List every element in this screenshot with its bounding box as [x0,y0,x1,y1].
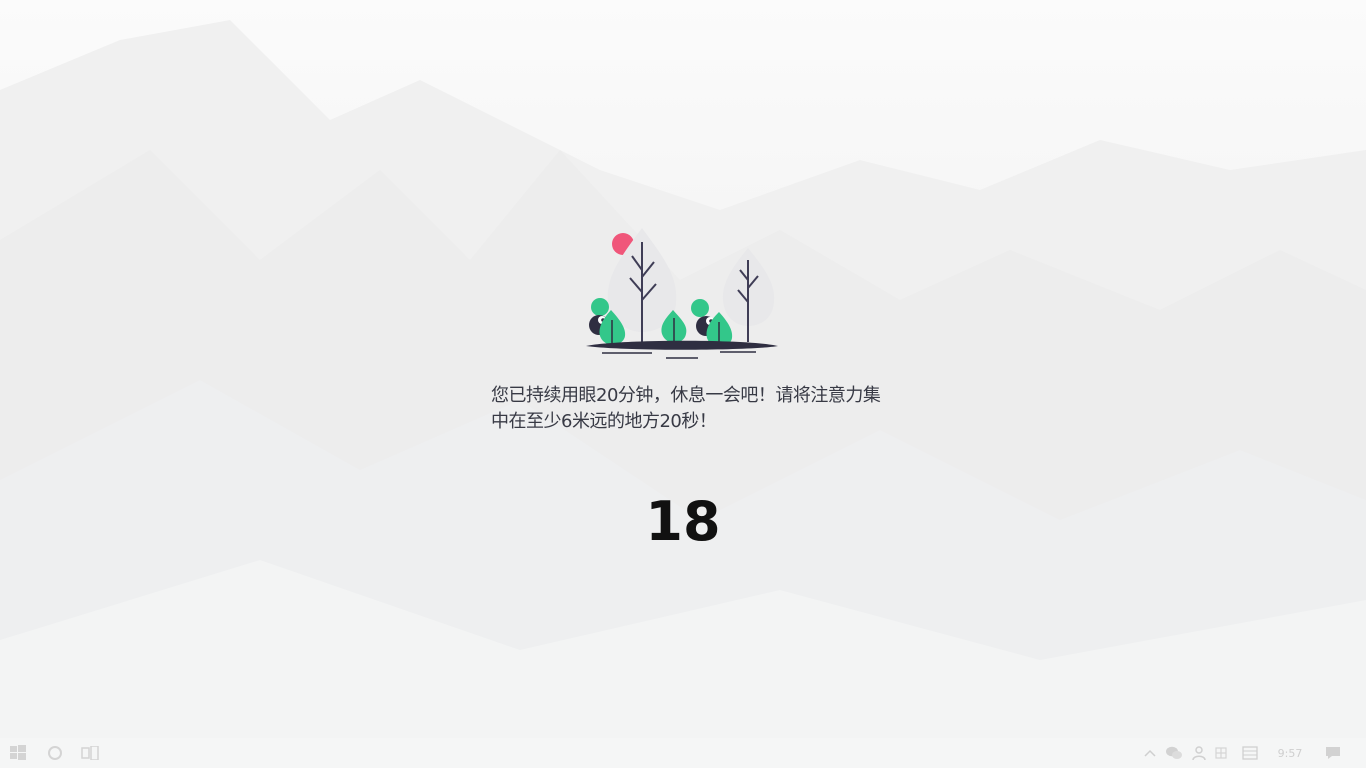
show-hidden-icons-button[interactable] [1140,738,1160,768]
input-method-tray-button[interactable] [1238,738,1262,768]
start-button[interactable] [0,738,36,768]
wechat-tray-button[interactable] [1162,738,1186,768]
keyboard-icon [1242,746,1258,760]
people-tray-button[interactable] [1188,738,1210,768]
taskbar: 9:57 [0,738,1366,768]
action-center-icon [1326,747,1340,759]
network-tray-button[interactable] [1210,738,1232,768]
taskbar-clock[interactable]: 9:57 [1270,738,1310,768]
forest-illustration [586,228,778,359]
chevron-up-icon [1144,749,1156,757]
action-center-button[interactable] [1318,738,1348,768]
character-right-head [691,299,709,317]
people-icon [1192,746,1206,760]
rest-reminder-message: 您已持续用眼20分钟，休息一会吧！请将注意力集中在至少6米远的地方20秒！ [491,385,881,432]
wechat-icon [1166,746,1182,759]
character-left-head [591,298,609,316]
cortana-circle-icon [48,746,62,760]
task-view-icon [81,746,99,760]
break-reminder-screen: 您已持续用眼20分钟，休息一会吧！请将注意力集中在至少6米远的地方20秒！ 18 [0,0,1366,768]
windows-logo-icon [10,745,26,760]
task-view-button[interactable] [74,738,106,768]
countdown-timer: 18 [645,490,721,553]
search-button[interactable] [38,738,72,768]
network-icon [1215,747,1227,759]
